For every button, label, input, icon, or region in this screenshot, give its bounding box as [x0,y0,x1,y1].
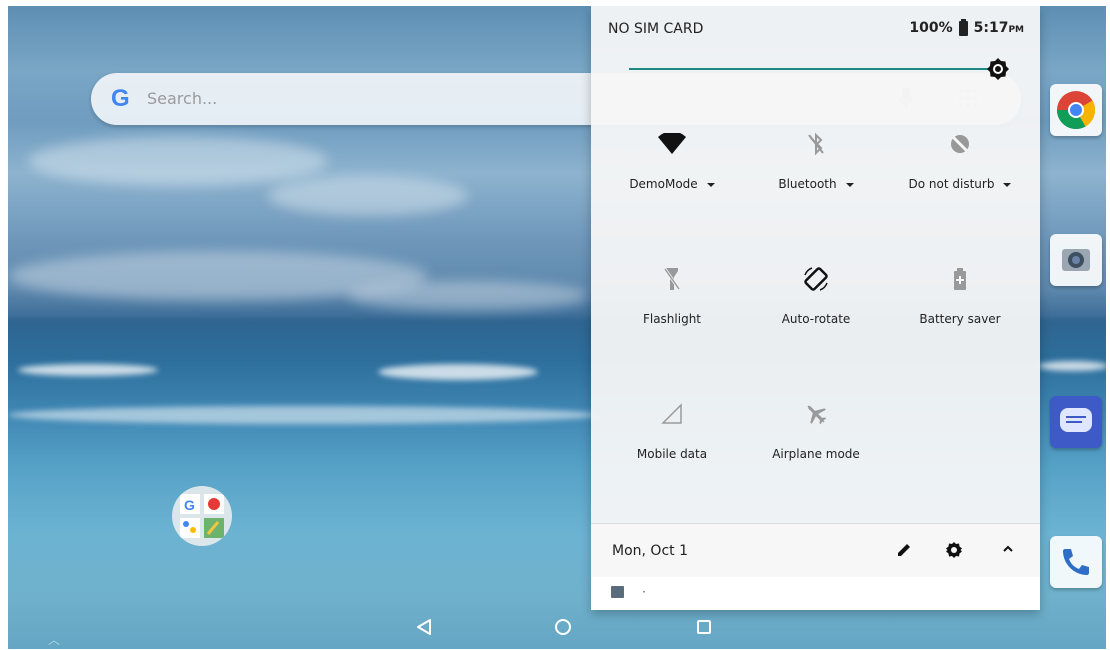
mobile-data-icon [661,403,682,424]
recents-icon[interactable] [696,619,712,635]
notification-text: · [642,585,646,599]
auto-rotate-icon [804,267,828,291]
edit-icon[interactable] [896,542,912,558]
dropdown-icon[interactable] [1003,182,1012,187]
tile-wifi[interactable]: DemoMode [597,129,747,191]
clock: 5:17PM [973,20,1024,36]
svg-text:G: G [184,497,195,513]
status-right: 100% 5:17PM [909,18,1024,36]
chevron-up-icon[interactable]: ︿ [48,631,60,648]
chevron-up-icon[interactable] [1001,542,1015,556]
flashlight-off-icon [663,268,681,290]
tile-label: Bluetooth [778,177,837,191]
tile-do-not-disturb[interactable]: Do not disturb [885,129,1035,191]
notification-row[interactable]: · [591,577,1040,610]
tile-flashlight[interactable]: Flashlight [597,264,747,326]
tile-label: Flashlight [642,312,702,326]
tile-label: Do not disturb [908,177,995,191]
date-label: Mon, Oct 1 [612,543,688,559]
camera-app-icon[interactable] [1050,234,1102,286]
home-screen: G Search... G ︿ NO SIM CARD 100% 5:17PM … [8,6,1106,649]
tile-label: Airplane mode [772,447,860,461]
phone-icon[interactable] [1050,536,1102,588]
do-not-disturb-icon [950,134,970,154]
tile-label: Auto-rotate [781,312,851,326]
tile-auto-rotate[interactable]: Auto-rotate [741,264,891,326]
dropdown-icon[interactable] [706,182,715,187]
battery-saver-icon [954,268,966,290]
settings-gear-icon[interactable] [945,541,963,559]
quick-settings-panel: NO SIM CARD 100% 5:17PM DemoMode Bluetoo… [591,6,1040,610]
brightness-slider[interactable] [629,68,999,70]
tile-label: Battery saver [919,312,1001,326]
tile-battery-saver[interactable]: Battery saver [885,264,1035,326]
tile-label: DemoMode [629,177,698,191]
chrome-icon[interactable] [1050,84,1102,136]
airplane-mode-icon [807,405,827,425]
bluetooth-off-icon [808,132,824,156]
dropdown-icon[interactable] [845,182,854,187]
google-logo-icon: G [111,85,130,112]
tile-label: Mobile data [636,447,708,461]
back-icon[interactable] [416,618,432,636]
messages-icon[interactable] [1050,396,1102,448]
tile-bluetooth[interactable]: Bluetooth [741,129,891,191]
tile-mobile-data[interactable]: Mobile data [597,399,747,461]
wifi-icon [658,133,686,154]
app-folder-icon[interactable]: G [172,486,232,546]
battery-icon [958,18,968,36]
tile-airplane-mode[interactable]: Airplane mode [741,399,891,461]
search-placeholder: Search... [147,89,218,108]
quick-settings-footer: Mon, Oct 1 [591,523,1040,578]
carrier-status: NO SIM CARD [608,21,704,37]
image-icon [611,586,624,598]
battery-percent: 100% [909,20,953,36]
home-icon[interactable] [554,618,572,636]
brightness-icon[interactable] [986,57,1010,81]
